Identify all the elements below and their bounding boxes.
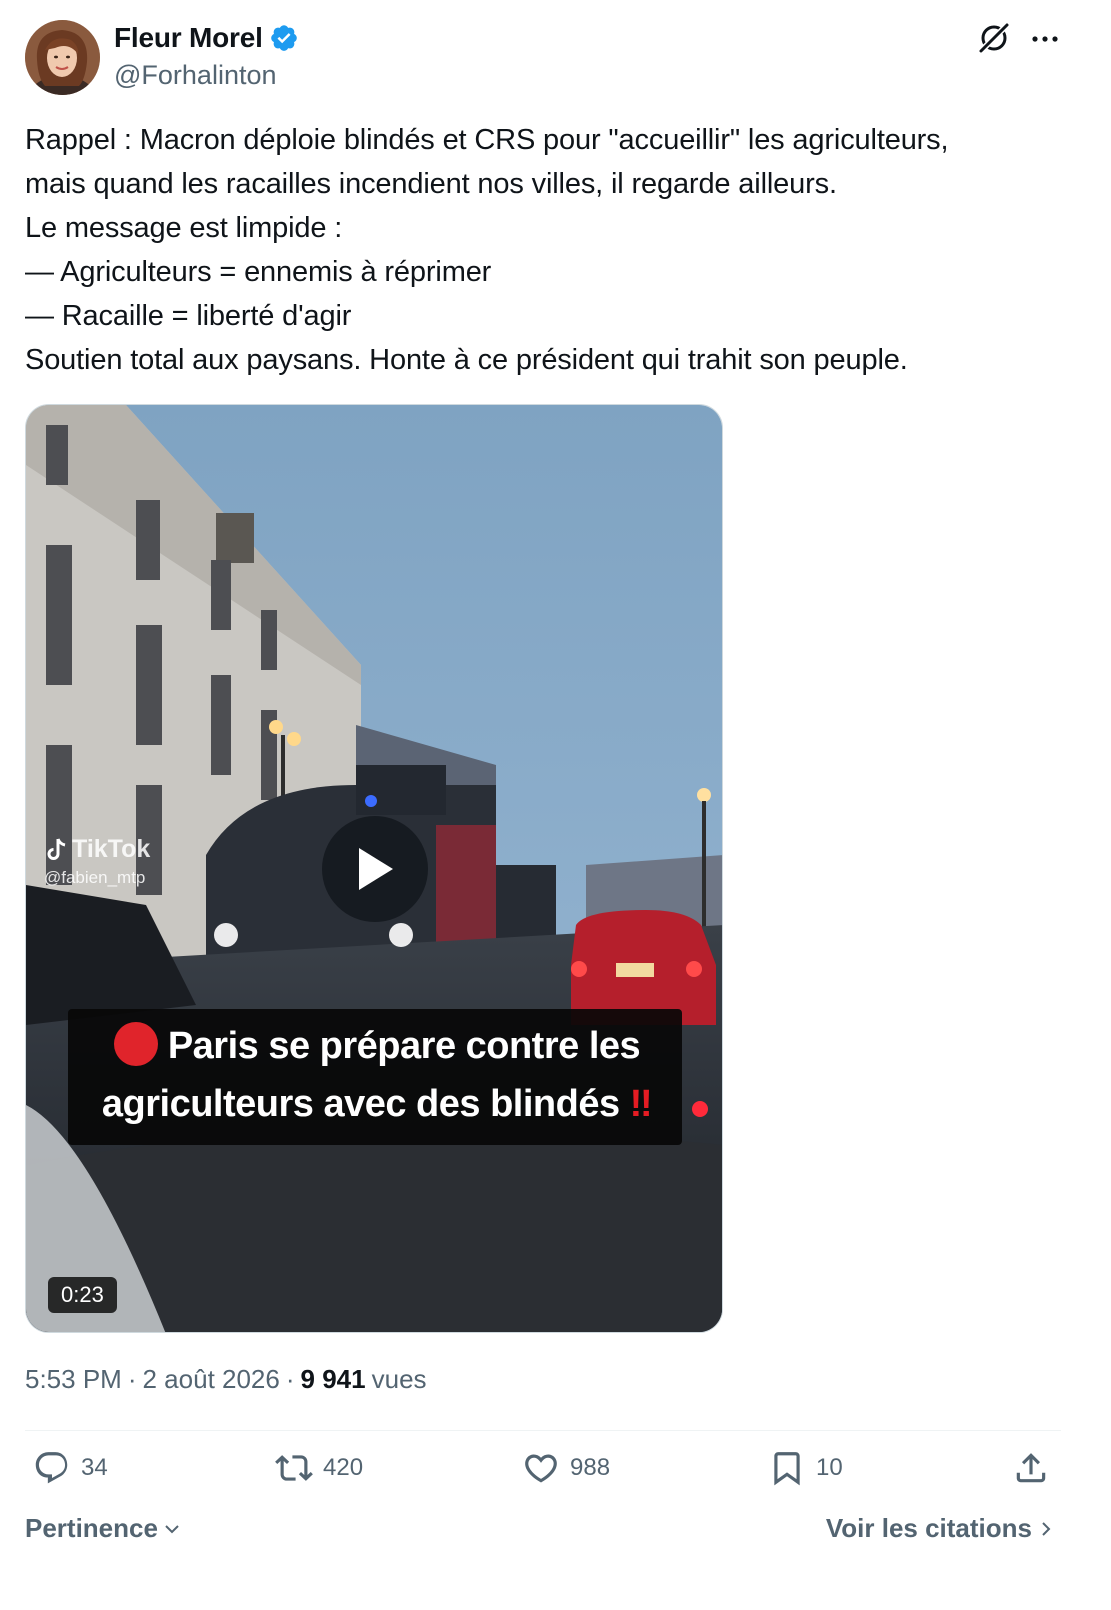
tweet-line: — Agriculteurs = ennemis à réprimer: [25, 256, 492, 288]
more-options-icon[interactable]: [1028, 22, 1062, 56]
reply-icon: [35, 1452, 68, 1484]
view-quotes-label: Voir les citations: [825, 1513, 1032, 1543]
action-bar: 34 420 988 10: [25, 1449, 1061, 1501]
tiktok-label: TikTok: [72, 835, 151, 863]
share-button[interactable]: [1012, 1449, 1050, 1487]
tweet-meta: 5:53 PM · 2 août 2026 · 9 941 vues: [25, 1364, 427, 1395]
bookmark-count: 10: [816, 1454, 843, 1481]
tweet-line: Rappel : Macron déploie blindés et CRS p…: [25, 124, 949, 156]
verified-badge-icon: [270, 25, 297, 51]
repost-icon: [275, 1455, 313, 1481]
avatar[interactable]: [25, 20, 100, 95]
like-count: 988: [570, 1454, 611, 1481]
tiktok-logo-icon: [47, 837, 66, 860]
sort-label: Pertinence: [25, 1513, 158, 1543]
tiktok-username: @fabien_mtp: [44, 868, 146, 887]
view-quotes-link[interactable]: Voir les citations: [826, 1513, 1056, 1544]
name-row: Fleur Morel: [114, 22, 299, 54]
meta-separator: ·: [285, 1364, 295, 1394]
share-icon: [1016, 1453, 1046, 1483]
bookmark-icon: [774, 1452, 800, 1486]
tweet-line: Le message est limpide :: [25, 212, 343, 244]
tweet-line: Soutien total aux paysans. Honte à ce pr…: [25, 344, 908, 376]
reply-count: 34: [81, 1454, 108, 1481]
meta-separator: ·: [127, 1364, 137, 1394]
repost-count: 420: [323, 1454, 364, 1481]
caption-line-2: agriculteurs avec des blindés: [101, 1083, 620, 1125]
repost-button[interactable]: 420: [275, 1449, 363, 1487]
video-duration: 0:23: [48, 1277, 117, 1313]
chevron-right-icon: [1042, 1521, 1051, 1536]
bookmark-button[interactable]: 10: [768, 1449, 843, 1487]
tweet-time[interactable]: 5:53 PM: [25, 1364, 122, 1395]
tweet-text: Rappel : Macron déploie blindés et CRS p…: [25, 118, 1085, 382]
heart-icon: [525, 1454, 557, 1483]
tweet-line: mais quand les racailles incendient nos …: [25, 168, 837, 200]
red-circle-icon: [113, 1022, 158, 1066]
tweet-line: — Racaille = liberté d'agir: [25, 300, 352, 332]
avatar-image: [25, 20, 100, 95]
grok-icon[interactable]: [976, 20, 1012, 56]
play-icon: [359, 848, 393, 890]
views-label: vues: [371, 1364, 427, 1394]
handle[interactable]: @Forhalinton: [114, 60, 277, 91]
replies-footer: Pertinence Voir les citations: [25, 1513, 1061, 1553]
sort-dropdown[interactable]: Pertinence: [25, 1513, 182, 1544]
divider: [25, 1430, 1061, 1431]
views-count: 9 941: [300, 1364, 366, 1394]
like-button[interactable]: 988: [522, 1449, 610, 1487]
display-name[interactable]: Fleur Morel: [114, 22, 263, 54]
caption-line-1: Paris se prépare contre les: [167, 1025, 641, 1067]
reply-button[interactable]: 34: [33, 1449, 108, 1487]
tweet-date[interactable]: 2 août 2026: [143, 1364, 280, 1395]
video-player[interactable]: TikTok @fabien_mtp Paris se prépare cont…: [25, 404, 723, 1333]
tweet-header: Fleur Morel @Forhalinton: [25, 20, 1090, 96]
tiktok-watermark: TikTok @fabien_mtp: [44, 835, 150, 888]
video-caption: Paris se prépare contre les agriculteurs…: [68, 1009, 682, 1145]
chevron-down-icon: [165, 1524, 179, 1533]
play-button[interactable]: [322, 816, 428, 922]
double-exclamation-icon: ‼: [629, 1083, 653, 1125]
